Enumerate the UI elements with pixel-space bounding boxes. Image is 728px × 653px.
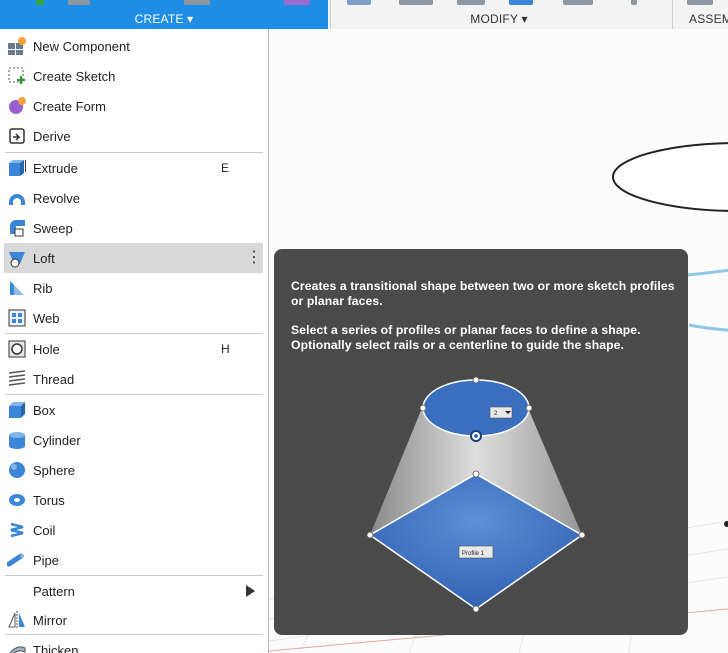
menu-item-label: Rib bbox=[33, 280, 53, 296]
extrude-icon bbox=[6, 157, 28, 179]
menu-item-label: New Component bbox=[33, 38, 130, 54]
menu-item-hole[interactable]: Hole H bbox=[0, 334, 264, 364]
menu-item-label: Revolve bbox=[33, 190, 80, 206]
menu-item-label: Sweep bbox=[33, 220, 73, 236]
menu-item-thicken[interactable]: Thicken bbox=[0, 635, 264, 653]
menu-item-web[interactable]: Web bbox=[0, 303, 264, 333]
menu-item-coil[interactable]: Coil bbox=[0, 515, 264, 545]
coil-icon bbox=[6, 519, 28, 541]
rib-icon bbox=[6, 277, 28, 299]
web-icon bbox=[6, 307, 28, 329]
menu-item-derive[interactable]: Derive bbox=[0, 121, 264, 151]
toolbar-icon[interactable] bbox=[563, 0, 593, 5]
sweep-icon bbox=[6, 217, 28, 239]
menu-item-label: Pattern bbox=[33, 583, 75, 599]
menu-item-revolve[interactable]: Revolve bbox=[0, 183, 264, 213]
profile-dropdown: 2 bbox=[489, 406, 513, 419]
toolbar-icon[interactable] bbox=[509, 0, 533, 5]
toolbar-icon[interactable] bbox=[457, 0, 485, 5]
loft-icon bbox=[6, 247, 28, 269]
pipe-icon bbox=[6, 549, 28, 571]
modify-icons-row bbox=[333, 0, 665, 8]
toolbar-icon[interactable] bbox=[399, 0, 433, 5]
menu-item-label: Create Form bbox=[33, 98, 106, 114]
mirror-icon bbox=[6, 609, 28, 631]
toolbar-icon[interactable] bbox=[68, 0, 90, 5]
menu-item-thread[interactable]: Thread bbox=[0, 364, 264, 394]
modify-group[interactable]: MODIFY ▾ bbox=[333, 0, 665, 29]
menu-item-label: Loft bbox=[33, 250, 55, 266]
menu-item-label: Pipe bbox=[33, 552, 60, 568]
menu-item-create-form[interactable]: Create Form bbox=[0, 91, 264, 121]
toolbar-icon[interactable] bbox=[284, 0, 310, 5]
cylinder-icon bbox=[6, 429, 28, 451]
menu-item-label: Mirror bbox=[33, 612, 67, 628]
shortcut-key: E bbox=[221, 161, 230, 175]
assemble-group[interactable]: ASSEM bbox=[672, 0, 728, 29]
modify-menu-button[interactable]: MODIFY ▾ bbox=[333, 9, 665, 29]
submenu-arrow-icon bbox=[246, 585, 255, 597]
create-menu-button[interactable]: CREATE ▾ bbox=[0, 9, 328, 29]
toolbar: CREATE ▾ MODIFY ▾ ASSEM bbox=[0, 0, 728, 30]
assemble-icons-row bbox=[673, 0, 728, 8]
menu-item-label: Extrude bbox=[33, 160, 78, 176]
menu-item-new-component[interactable]: New Component bbox=[0, 31, 264, 61]
toolbar-divider bbox=[330, 0, 331, 29]
menu-item-create-sketch[interactable]: Create Sketch bbox=[0, 61, 264, 91]
toolbar-icon[interactable] bbox=[347, 0, 371, 5]
menu-item-label: Derive bbox=[33, 128, 71, 144]
menu-item-label: Sphere bbox=[33, 462, 75, 478]
menu-item-torus[interactable]: Torus bbox=[0, 485, 264, 515]
menu-item-extrude[interactable]: Extrude E bbox=[0, 153, 264, 183]
menu-item-label: Coil bbox=[33, 522, 56, 538]
thread-icon bbox=[6, 368, 28, 390]
menu-item-label: Cylinder bbox=[33, 432, 81, 448]
assemble-menu-button[interactable]: ASSEM bbox=[673, 9, 728, 29]
pattern-blank-icon bbox=[6, 580, 28, 602]
derive-icon bbox=[6, 125, 28, 147]
thicken-icon bbox=[6, 639, 28, 653]
toolbar-icon[interactable] bbox=[184, 0, 210, 5]
menu-item-sphere[interactable]: Sphere bbox=[0, 455, 264, 485]
create-sketch-icon bbox=[6, 65, 28, 87]
more-options-icon[interactable]: ⋮ bbox=[246, 250, 262, 266]
menu-item-box[interactable]: Box bbox=[0, 395, 264, 425]
shortcut-key: H bbox=[221, 342, 230, 356]
menu-item-loft[interactable]: Loft ⋮ bbox=[4, 243, 263, 273]
loft-illustration: 2 Profile 1 bbox=[366, 376, 586, 613]
menu-item-label: Create Sketch bbox=[33, 68, 116, 84]
menu-item-cylinder[interactable]: Cylinder bbox=[0, 425, 264, 455]
profile-tag: Profile 1 bbox=[462, 551, 485, 557]
menu-item-sweep[interactable]: Sweep bbox=[0, 213, 264, 243]
menu-item-mirror[interactable]: Mirror bbox=[0, 605, 264, 635]
menu-item-pattern[interactable]: Pattern bbox=[0, 576, 264, 606]
menu-item-label: Box bbox=[33, 402, 56, 418]
menu-item-pipe[interactable]: Pipe bbox=[0, 545, 264, 575]
revolve-icon bbox=[6, 187, 28, 209]
create-group[interactable]: CREATE ▾ bbox=[0, 0, 328, 29]
create-icons-row bbox=[0, 0, 328, 8]
loft-tooltip: Creates a transitional shape between two… bbox=[274, 249, 688, 635]
menu-item-label: Thicken bbox=[33, 642, 79, 653]
box-icon bbox=[6, 399, 28, 421]
torus-icon bbox=[6, 489, 28, 511]
hole-icon bbox=[6, 338, 28, 360]
toolbar-icon[interactable] bbox=[36, 0, 44, 5]
menu-item-label: Web bbox=[33, 310, 60, 326]
sphere-icon bbox=[6, 459, 28, 481]
create-form-icon bbox=[6, 95, 28, 117]
create-dropdown-menu: New Component Create Sketch Create Form … bbox=[0, 29, 269, 653]
menu-item-label: Torus bbox=[33, 492, 65, 508]
menu-item-rib[interactable]: Rib bbox=[0, 273, 264, 303]
new-component-icon bbox=[6, 35, 28, 57]
toolbar-icon[interactable] bbox=[687, 0, 713, 5]
toolbar-icon[interactable] bbox=[631, 0, 637, 5]
menu-item-label: Thread bbox=[33, 371, 75, 387]
